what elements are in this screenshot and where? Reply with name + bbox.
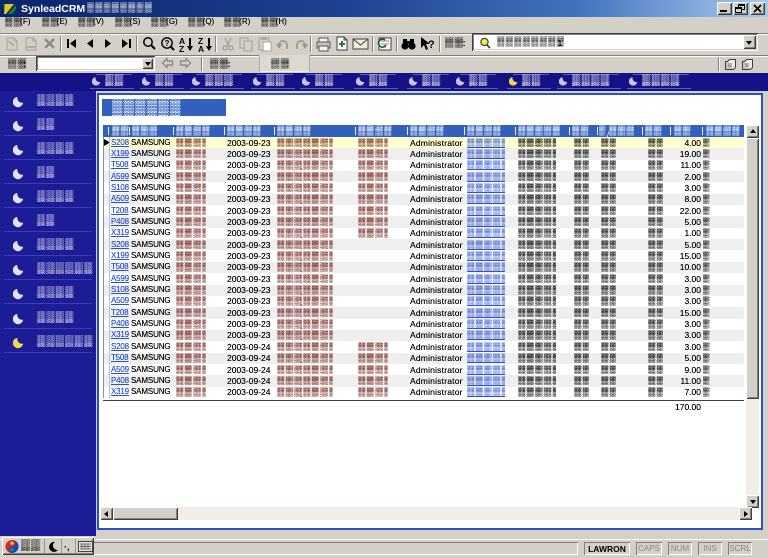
- svg-text:A: A: [198, 44, 204, 52]
- svg-text:?: ?: [428, 39, 435, 51]
- svg-text:?: ?: [165, 39, 170, 48]
- svg-text:Z: Z: [179, 44, 184, 52]
